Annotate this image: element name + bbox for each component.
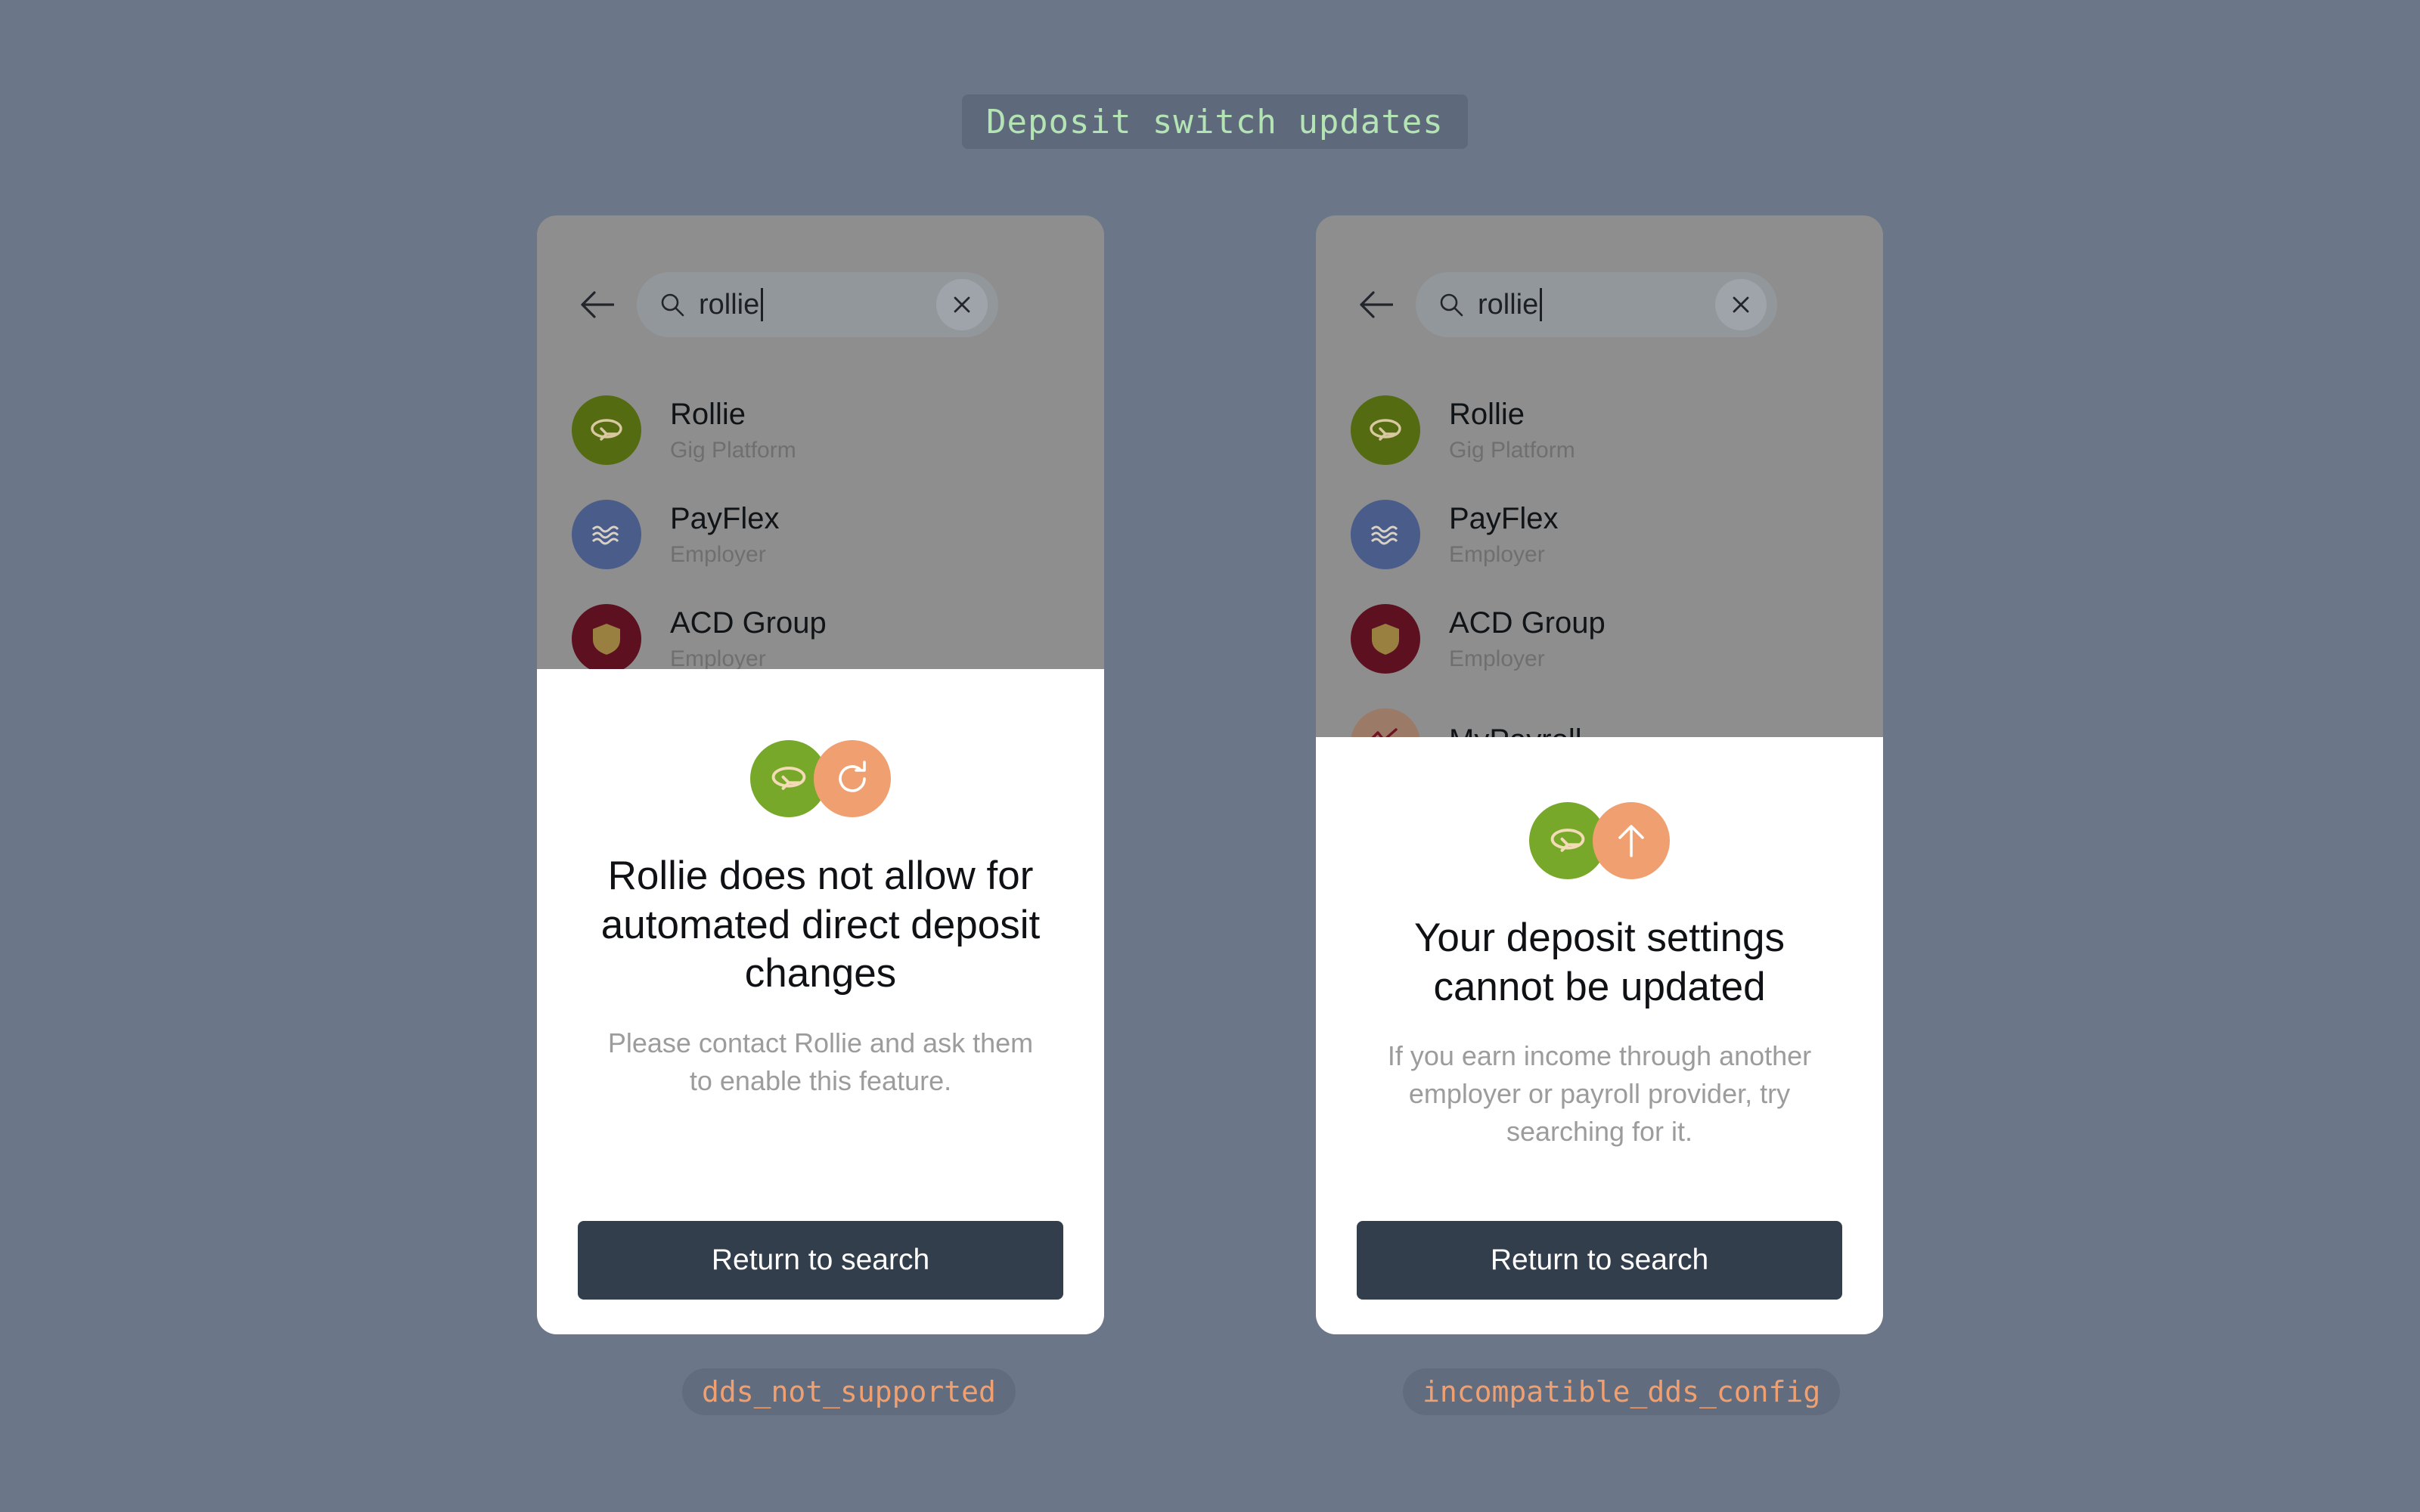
- list-item-text: PayFlex Employer: [1449, 501, 1559, 569]
- loop-arrow-icon: [1370, 419, 1401, 441]
- arrow-up-icon: [1618, 825, 1644, 857]
- waves-icon: [591, 525, 619, 545]
- list-item-title: Rollie: [670, 397, 746, 431]
- list-item-subtitle: Gig Platform: [1449, 437, 1575, 463]
- search-query-text: rollie: [699, 288, 760, 321]
- avatar: [1351, 604, 1420, 674]
- loop-arrow-icon: [1550, 829, 1585, 852]
- avatar: [572, 500, 641, 569]
- modal-title: Rollie does not allow for automated dire…: [600, 854, 1041, 996]
- search-header: rollie: [537, 272, 1104, 337]
- back-button[interactable]: [1349, 278, 1402, 331]
- modal-sheet: Rollie does not allow for automated dire…: [537, 669, 1104, 1334]
- search-icon: [659, 292, 685, 318]
- avatar: [1351, 500, 1420, 569]
- modal-body-text: If you earn income through another emplo…: [1387, 1040, 1812, 1147]
- page-title: Deposit switch updates: [962, 94, 1468, 149]
- modal-title: Your deposit settings cannot be updated: [1413, 916, 1786, 1009]
- list-item-text: Rollie Gig Platform: [670, 397, 796, 464]
- clear-search-button[interactable]: [936, 279, 988, 330]
- list-item-text: PayFlex Employer: [670, 501, 780, 569]
- list-item-subtitle: Employer: [1449, 541, 1545, 567]
- screenshot-stage: Deposit switch updates rollie Rollie Gig…: [0, 0, 2420, 1512]
- search-query-text: rollie: [1478, 288, 1539, 321]
- status-badge: incompatible_dds_config: [1403, 1368, 1841, 1415]
- list-item[interactable]: Rollie Gig Platform: [1316, 378, 1883, 482]
- search-results-list: Rollie Gig Platform PayFlex Employer ACD…: [537, 378, 1104, 691]
- search-input[interactable]: rollie: [1416, 272, 1777, 337]
- status-icon-circle: [1593, 802, 1670, 879]
- shield-icon: [593, 624, 620, 655]
- search-icon: [1438, 292, 1464, 318]
- list-item-title: Rollie: [1449, 397, 1525, 431]
- return-to-search-button[interactable]: Return to search: [578, 1221, 1063, 1300]
- search-input-value: rollie: [1478, 288, 1543, 321]
- list-item[interactable]: ACD Group Employer: [1316, 587, 1883, 691]
- list-item-text: Rollie Gig Platform: [1449, 397, 1575, 464]
- search-input[interactable]: rollie: [637, 272, 998, 337]
- search-input-value: rollie: [699, 288, 764, 321]
- back-button[interactable]: [570, 278, 623, 331]
- list-item-subtitle: Employer: [1449, 646, 1545, 671]
- loop-arrow-icon: [771, 767, 806, 790]
- modal-sheet: Your deposit settings cannot be updated …: [1316, 737, 1883, 1334]
- list-item-text: ACD Group Employer: [670, 606, 827, 673]
- list-item[interactable]: Rollie Gig Platform: [537, 378, 1104, 482]
- status-icon-circle: [814, 740, 891, 817]
- list-item-title: PayFlex: [1449, 501, 1559, 535]
- text-cursor: [1540, 288, 1543, 321]
- return-to-search-button[interactable]: Return to search: [1357, 1221, 1842, 1300]
- list-item[interactable]: PayFlex Employer: [537, 482, 1104, 587]
- search-results-list: Rollie Gig Platform PayFlex Employer ACD…: [1316, 378, 1883, 795]
- text-cursor: [761, 288, 764, 321]
- clear-search-button[interactable]: [1715, 279, 1767, 330]
- modal-icon-group: [1529, 802, 1670, 879]
- phone-mockup-left: rollie Rollie Gig Platform PayFlex Emplo…: [537, 215, 1104, 1334]
- loop-arrow-icon: [591, 419, 622, 441]
- list-item-text: ACD Group Employer: [1449, 606, 1606, 673]
- modal-icon-group: [750, 740, 891, 817]
- list-item-title: PayFlex: [670, 501, 780, 535]
- waves-icon: [1370, 525, 1398, 545]
- phone-mockup-right: rollie Rollie Gig Platform PayFlex Emplo…: [1316, 215, 1883, 1334]
- refresh-icon: [839, 761, 866, 792]
- search-header: rollie: [1316, 272, 1883, 337]
- avatar: [572, 395, 641, 465]
- shield-icon: [1372, 624, 1399, 655]
- list-item[interactable]: PayFlex Employer: [1316, 482, 1883, 587]
- modal-body-text: Please contact Rollie and ask them to en…: [607, 1027, 1034, 1096]
- status-badge: dds_not_supported: [682, 1368, 1016, 1415]
- list-item-title: ACD Group: [670, 606, 827, 640]
- list-item-title: ACD Group: [1449, 606, 1606, 640]
- list-item-subtitle: Gig Platform: [670, 437, 796, 463]
- avatar: [572, 604, 641, 674]
- avatar: [1351, 395, 1420, 465]
- list-item-subtitle: Employer: [670, 541, 766, 567]
